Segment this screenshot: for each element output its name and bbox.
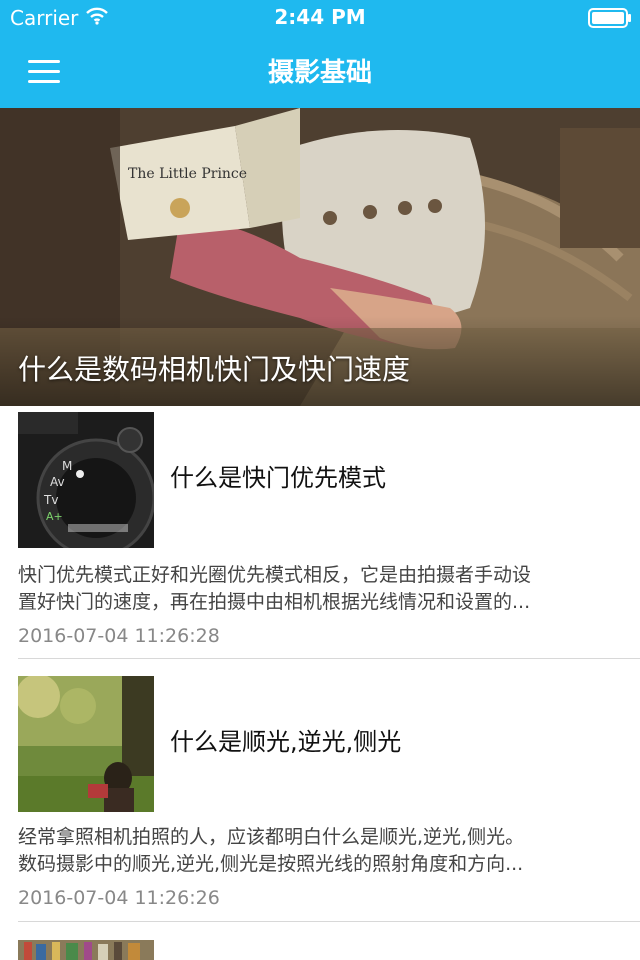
- article-summary-line-1: 经常拿照相机拍照的人，应该都明白什么是顺光,逆光,侧光。: [18, 826, 525, 848]
- svg-text:Av: Av: [50, 475, 65, 489]
- reading-outdoors-image: [18, 676, 154, 812]
- article-summary-line-1: 快门优先模式正好和光圈优先模式相反，它是由拍摄者手动设: [18, 564, 532, 586]
- article-title: 什么是顺光,逆光,侧光: [170, 728, 402, 756]
- article-list-item[interactable]: M Av Tv A+ 什么是快门优先模式 快门优先模式正好和光圈优先模式相反，它…: [0, 406, 640, 660]
- article-list-item[interactable]: [0, 934, 640, 960]
- article-list-item[interactable]: 什么是顺光,逆光,侧光 经常拿照相机拍照的人，应该都明白什么是顺光,逆光,侧光。…: [0, 670, 640, 924]
- list-divider: [18, 921, 640, 922]
- article-summary-line-2: 置好快门的速度，再在拍摄中由相机根据光线情况和设置的...: [18, 591, 531, 613]
- camera-dial-image: M Av Tv A+: [18, 412, 154, 548]
- article-summary-line-2: 数码摄影中的顺光,逆光,侧光是按照光线的照射角度和方向...: [18, 853, 524, 875]
- article-thumbnail: M Av Tv A+: [18, 412, 154, 548]
- status-time: 2:44 PM: [274, 5, 366, 29]
- list-divider: [18, 658, 640, 659]
- battery-icon: [588, 8, 631, 28]
- article-thumbnail: [18, 676, 154, 812]
- banner-title: 什么是数码相机快门及快门速度: [18, 353, 411, 386]
- top-bar: Carrier 2:44 PM 摄影基础: [0, 0, 640, 108]
- article-date: 2016-07-04 11:26:26: [18, 887, 220, 909]
- svg-text:The Little Prince: The Little Prince: [128, 166, 247, 182]
- app-screen: Carrier 2:44 PM 摄影基础 The Little Prince 什…: [0, 0, 640, 960]
- svg-text:Tv: Tv: [43, 493, 58, 507]
- article-title: 什么是快门优先模式: [170, 464, 386, 492]
- svg-text:M: M: [62, 459, 72, 473]
- page-title: 摄影基础: [267, 58, 372, 88]
- article-thumbnail: [18, 940, 154, 960]
- article-date: 2016-07-04 11:26:28: [18, 625, 220, 647]
- svg-text:A+: A+: [46, 510, 63, 523]
- featured-article-banner[interactable]: The Little Prince 什么是数码相机快门及快门速度: [0, 108, 640, 406]
- bookshelf-image: [18, 940, 154, 960]
